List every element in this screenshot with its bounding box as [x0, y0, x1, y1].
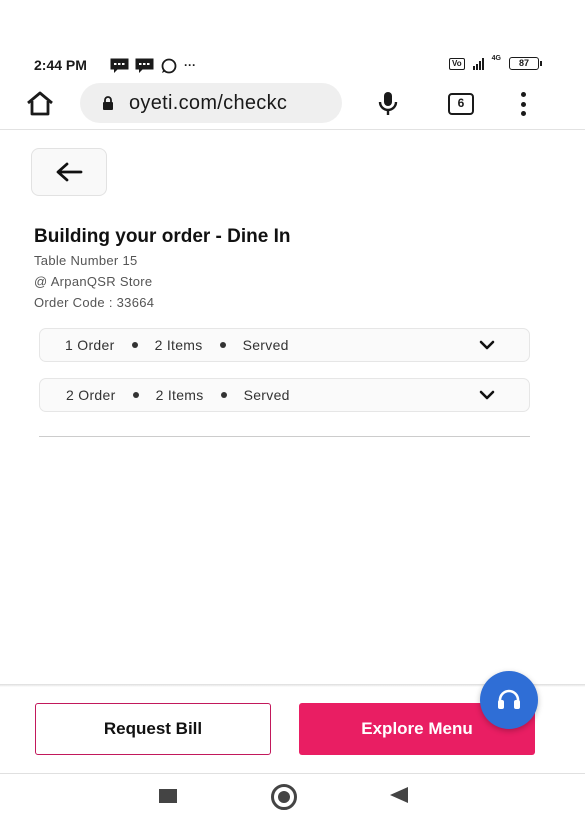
signal-icon: [472, 57, 484, 70]
browser-toolbar: oyeti.com/checkc 6: [0, 80, 585, 128]
page-title: Building your order - Dine In: [34, 226, 291, 247]
order-status: Served: [242, 337, 289, 353]
message-icon: [110, 58, 129, 73]
address-bar[interactable]: oyeti.com/checkc: [80, 83, 342, 123]
order-items: 2 Items: [155, 387, 204, 403]
order-row[interactable]: 1 Order 2 Items Served: [39, 328, 530, 362]
order-code: Order Code : 33664: [34, 295, 155, 310]
more-notifications: ···: [184, 58, 196, 72]
order-number: 1 Order: [65, 337, 115, 353]
home-nav-icon[interactable]: [271, 784, 297, 810]
nav-bar-divider: [0, 773, 585, 774]
order-items: 2 Items: [154, 337, 203, 353]
battery-level: 87: [518, 58, 529, 68]
separator-dot: [219, 342, 226, 348]
toolbar-divider: [0, 129, 585, 130]
lock-icon: [103, 96, 113, 110]
store-name: @ ArpanQSR Store: [34, 274, 153, 289]
back-nav-icon[interactable]: [390, 787, 408, 803]
status-bar: 2:44 PM ··· Vo 4G 87: [0, 52, 585, 78]
table-number: Table Number 15: [34, 253, 138, 268]
volte-icon: Vo: [449, 57, 465, 70]
more-options-icon[interactable]: [520, 92, 526, 116]
separator-dot: [220, 392, 227, 398]
request-bill-button[interactable]: Request Bill: [35, 703, 271, 755]
order-row[interactable]: 2 Order 2 Items Served: [39, 378, 530, 412]
support-chat-button[interactable]: [480, 671, 538, 729]
chevron-down-icon[interactable]: [479, 339, 495, 351]
order-status: Served: [243, 387, 290, 403]
notification-icons: ···: [110, 58, 196, 74]
status-time: 2:44 PM: [34, 57, 87, 73]
arrow-left-icon: [56, 162, 83, 182]
status-indicators: Vo 4G 87: [449, 55, 542, 70]
whatsapp-icon: [161, 58, 177, 74]
home-icon[interactable]: [24, 88, 56, 120]
recent-apps-icon[interactable]: [159, 789, 177, 803]
order-number: 2 Order: [66, 387, 116, 403]
headset-icon: [498, 689, 520, 709]
network-type: 4G: [491, 55, 501, 62]
microphone-icon[interactable]: [376, 90, 400, 118]
separator-dot: [132, 392, 139, 398]
message-icon: [135, 58, 154, 73]
separator-dot: [131, 342, 138, 348]
back-button[interactable]: [31, 148, 107, 196]
battery-icon: 87: [509, 57, 542, 70]
chevron-down-icon[interactable]: [479, 389, 495, 401]
url-text: oyeti.com/checkc: [129, 91, 288, 114]
tab-switcher-button[interactable]: 6: [448, 93, 474, 115]
content-divider: [39, 436, 530, 437]
